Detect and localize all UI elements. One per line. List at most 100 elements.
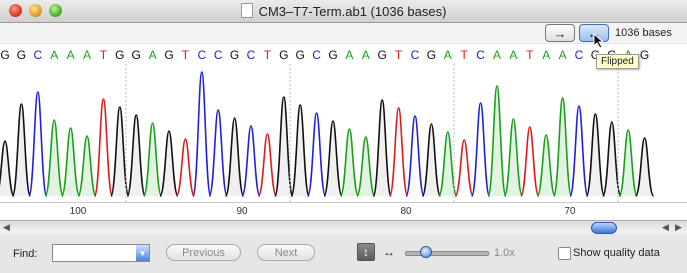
trace-peak — [323, 120, 343, 197]
next-button[interactable]: Next — [257, 244, 315, 261]
ruler-tick-label: 80 — [400, 206, 412, 217]
trace-peak — [634, 137, 655, 197]
base-calls-row: GGCAAATGGAGTCCGCTGGCGAAGTCGATCAATAACGGAG — [0, 44, 687, 64]
trace-peak — [454, 139, 474, 197]
trace-peak — [470, 102, 491, 197]
base-call-letter: T — [100, 48, 108, 62]
trace-peak — [569, 105, 589, 197]
trace-peak — [175, 138, 196, 197]
trace-peak — [241, 125, 261, 197]
ruler-tick-label: 100 — [69, 206, 87, 217]
trace-peak — [503, 118, 524, 197]
base-call-letter: A — [83, 48, 91, 62]
base-call-letter: G — [132, 48, 141, 62]
trace-peak — [388, 107, 409, 197]
direction-toolbar: → ← 1036 bases — [0, 23, 687, 43]
base-call-letter: G — [230, 48, 239, 62]
base-call-letter: A — [362, 48, 370, 62]
ruler-tick-label: 70 — [564, 206, 576, 217]
trace-peak — [618, 129, 638, 197]
find-dropdown-button[interactable]: ▼ — [136, 245, 149, 261]
trace-peak — [372, 99, 392, 197]
position-ruler: 100 90 80 70 — [0, 202, 687, 221]
trace-peak — [0, 140, 15, 197]
scroll-right-icon[interactable]: ▶ — [675, 222, 682, 233]
scroll-thumb[interactable] — [591, 222, 617, 234]
base-call-letter: G — [115, 48, 124, 62]
base-call-letter: A — [493, 48, 501, 62]
trace-peak — [44, 119, 64, 197]
ruler-tick-label: 90 — [236, 206, 248, 217]
base-call-letter: G — [378, 48, 387, 62]
trace-peak — [339, 128, 360, 197]
trace-peak — [192, 71, 212, 197]
scroll-left-end-icon[interactable]: ◀ — [662, 222, 669, 233]
trace-peak — [208, 109, 228, 197]
trace-peak — [159, 130, 179, 197]
trace-peak — [585, 113, 606, 197]
base-call-letter: G — [17, 48, 26, 62]
base-call-letter: G — [427, 48, 436, 62]
window-title-area: CM3–T7-Term.ab1 (1036 bases) — [0, 3, 687, 19]
base-call-letter: G — [640, 48, 649, 62]
title-bar: CM3–T7-Term.ab1 (1036 bases) — [0, 0, 687, 23]
mouse-cursor-icon — [593, 33, 605, 49]
horizontal-scrollbar[interactable]: ◀ ◀ ▶ — [0, 220, 687, 235]
base-call-letter: A — [542, 48, 550, 62]
vertical-arrows-icon: ↕ — [363, 245, 369, 259]
trace-svg — [0, 64, 655, 202]
base-call-letter: C — [476, 48, 485, 62]
base-call-letter: A — [67, 48, 75, 62]
zoom-slider-knob[interactable] — [419, 246, 432, 258]
trace-peak — [552, 97, 573, 197]
base-call-letter: T — [395, 48, 403, 62]
trace-peak — [487, 85, 507, 197]
zoom-value-label: 1.0x — [494, 247, 515, 259]
trace-peak — [11, 103, 32, 197]
trace-peak — [536, 134, 556, 197]
base-call-letter: A — [50, 48, 58, 62]
base-call-letter: C — [197, 48, 206, 62]
trace-peak — [28, 91, 48, 197]
zoom-slider-track[interactable] — [405, 251, 489, 256]
base-call-letter: G — [164, 48, 173, 62]
trace-peak — [405, 115, 425, 197]
base-calls-svg: GGCAAATGGAGTCCGCTGGCGAAGTCGATCAATAACGGAG — [0, 48, 649, 62]
show-quality-label: Show quality data — [573, 247, 660, 259]
trace-peak — [126, 114, 146, 197]
trace-peak — [421, 123, 442, 197]
base-call-letter: G — [328, 48, 337, 62]
previous-button[interactable]: Previous — [166, 244, 241, 261]
vertical-zoom-toggle[interactable]: ↕ — [357, 243, 375, 261]
base-call-letter: G — [296, 48, 305, 62]
base-call-letter: T — [264, 48, 272, 62]
trace-peak — [306, 112, 327, 197]
document-icon — [240, 3, 253, 18]
trace-peak — [93, 98, 114, 197]
horizontal-zoom-icon: ↔ — [383, 245, 395, 259]
window-title: CM3–T7-Term.ab1 (1036 bases) — [258, 4, 447, 19]
base-call-letter: C — [214, 48, 223, 62]
trace-peak — [142, 122, 163, 197]
base-call-letter: A — [559, 48, 567, 62]
base-call-letter: G — [0, 48, 9, 62]
bases-count-label: 1036 bases — [615, 27, 672, 39]
base-call-letter: C — [575, 48, 584, 62]
bottom-controls: Find: ▼ Previous Next ↕ ↔ 1.0x Show qual… — [0, 234, 687, 273]
chromatogram-trace[interactable] — [0, 64, 687, 202]
base-call-letter: A — [345, 48, 353, 62]
scroll-left-icon[interactable]: ◀ — [3, 222, 10, 233]
base-call-letter: G — [279, 48, 288, 62]
base-call-letter: C — [33, 48, 42, 62]
find-label: Find: — [13, 248, 38, 260]
base-call-letter: A — [149, 48, 157, 62]
forward-strand-button[interactable]: → — [545, 24, 575, 42]
trace-peak — [356, 136, 376, 197]
base-call-letter: T — [461, 48, 469, 62]
base-call-letter: C — [312, 48, 321, 62]
show-quality-checkbox[interactable] — [558, 247, 571, 260]
trace-peak — [60, 127, 81, 197]
arrow-right-icon: → — [553, 25, 567, 41]
flipped-tooltip: Flipped — [596, 54, 639, 69]
trace-peak — [290, 104, 310, 197]
